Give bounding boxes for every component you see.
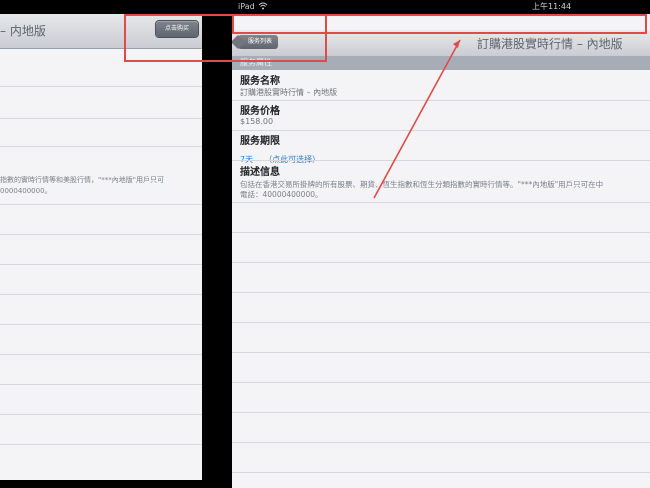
annotation-arrow	[373, 39, 461, 199]
